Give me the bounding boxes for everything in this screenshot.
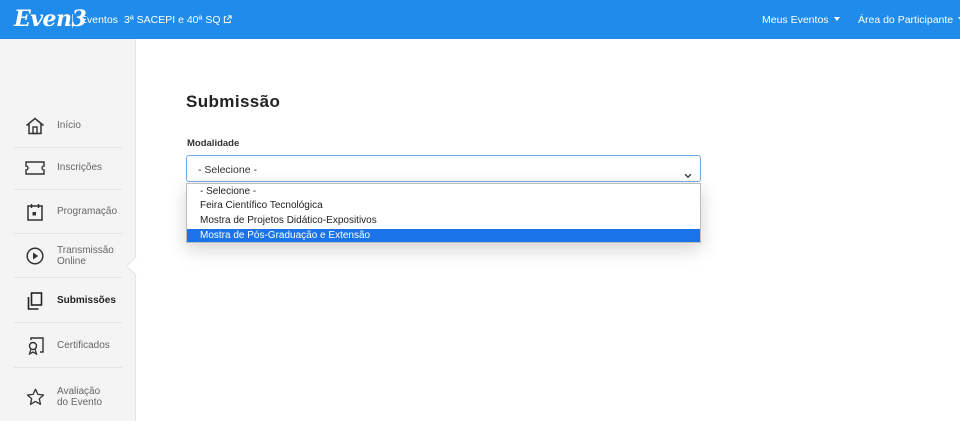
modalidade-dropdown-list: - Selecione - Feira Científico Tecnológi… [186,183,701,243]
sidebar-item-label: Avaliação do Evento [57,386,102,408]
play-circle-icon [24,245,46,267]
external-link-icon [223,15,233,27]
eventos-link[interactable]: Eventos [80,14,118,26]
sidebar-item-label: Programação [57,206,118,217]
chevron-down-icon [684,166,692,184]
even3-logo[interactable]: Even3 [14,6,87,32]
meus-eventos-label: Meus Eventos [762,14,829,26]
ticket-icon [24,157,46,179]
select-current-value: - Selecione - [198,164,257,176]
area-participante-menu[interactable]: Área do Participante [858,14,960,26]
sidebar-item-programacao[interactable]: Programação [14,190,122,234]
label-line-2: Online [57,255,86,267]
modalidade-select[interactable]: - Selecione - [186,155,701,182]
sidebar-item-submissoes[interactable]: Submissões [14,279,122,323]
sidebar-item-label: Início [57,120,81,131]
logo-divider [72,14,73,28]
sidebar-item-inscricoes[interactable]: Inscrições [14,146,122,190]
sidebar-item-label: Certificados [57,340,110,351]
label-line-2: do Evento [57,397,103,408]
event-name-link[interactable]: 3ª SACEPI e 40ª SQ [124,14,233,27]
sidebar: Início Inscrições Programação Transmissã… [0,39,136,421]
star-icon [24,386,46,408]
sidebar-item-avaliacao-evento[interactable]: Avaliação do Evento [14,375,122,419]
dropdown-option[interactable]: Mostra de Projetos Didático-Expositivos [187,214,700,227]
documents-icon [24,290,46,312]
page-title: Submissão [186,92,281,111]
certificate-icon [24,335,46,357]
label-line-1: Transmissão [57,244,114,256]
sidebar-item-label: Inscrições [57,162,103,173]
sidebar-item-inicio[interactable]: Início [14,104,122,148]
home-icon [24,115,46,137]
sidebar-item-transmissao-online[interactable]: Transmissão Online [14,234,122,278]
calendar-icon [24,201,46,223]
event-name-label: 3ª SACEPI e 40ª SQ [124,14,221,26]
modalidade-label: Modalidade [187,138,240,149]
caret-down-icon [833,17,840,21]
meus-eventos-menu[interactable]: Meus Eventos [762,14,840,26]
sidebar-item-certificados[interactable]: Certificados [14,324,122,368]
area-participante-label: Área do Participante [858,14,954,26]
sidebar-item-label: Submissões [57,295,116,306]
dropdown-option[interactable]: Feira Científico Tecnológica [187,199,700,212]
dropdown-option[interactable]: - Selecione - [187,185,700,198]
label-line-1: Avaliação [57,386,101,397]
dropdown-option-highlighted[interactable]: Mostra de Pós-Graduação e Extensão [187,229,700,242]
top-navbar: Even3 Eventos 3ª SACEPI e 40ª SQ Meus Ev… [0,0,960,39]
sidebar-item-label: Transmissão Online [57,245,114,267]
